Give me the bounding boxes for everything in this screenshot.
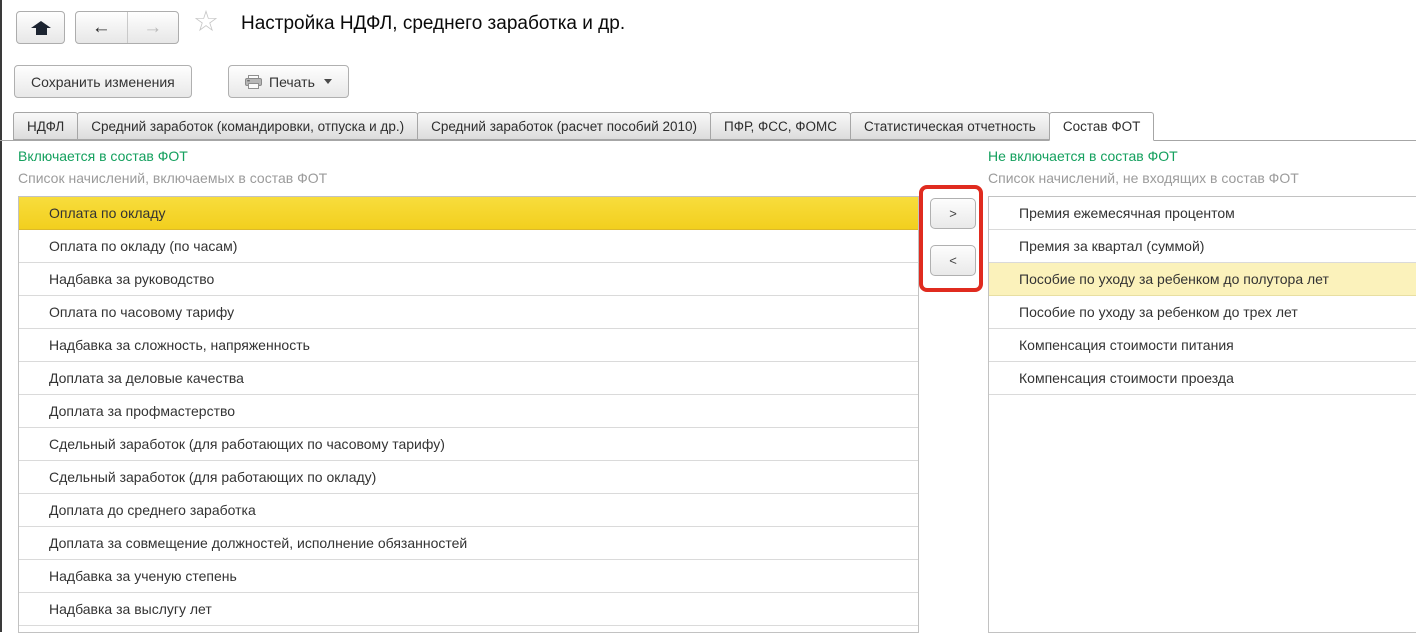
save-changes-button[interactable]: Сохранить изменения	[14, 65, 192, 98]
save-changes-label: Сохранить изменения	[31, 74, 175, 90]
list-item[interactable]: Оплата по окладу (по часам)	[19, 230, 918, 263]
list-item[interactable]: Премия за квартал (суммой)	[989, 230, 1416, 263]
list-item[interactable]: Компенсация стоимости проезда	[989, 362, 1416, 395]
tab-4[interactable]: ПФР, ФСС, ФОМС	[710, 112, 851, 140]
right-panel-subtitle: Список начислений, не входящих в состав …	[988, 170, 1299, 186]
list-item[interactable]: Компенсация стоимости питания	[989, 329, 1416, 362]
list-item[interactable]: Надбавка за выслугу лет	[19, 593, 918, 626]
list-item[interactable]: Пособие по уходу за ребенком до полутора…	[989, 263, 1416, 296]
move-left-button[interactable]: <	[930, 245, 976, 276]
list-item[interactable]: Доплата за профмастерство	[19, 395, 918, 428]
print-button[interactable]: Печать	[228, 65, 349, 98]
home-icon	[32, 21, 50, 35]
tab-1[interactable]: НДФЛ	[13, 112, 78, 140]
list-item[interactable]: Сдельный заработок (для работающих по ча…	[19, 428, 918, 461]
list-item[interactable]: Премия ежемесячная процентом	[989, 197, 1416, 230]
right-panel-title: Не включается в состав ФОТ	[988, 148, 1178, 164]
home-button[interactable]	[16, 11, 65, 44]
list-item[interactable]: Надбавка за руководство	[19, 263, 918, 296]
left-panel-subtitle: Список начислений, включаемых в состав Ф…	[18, 170, 327, 186]
move-right-button[interactable]: >	[930, 198, 976, 229]
list-item[interactable]: Оплата по часовому тарифу	[19, 296, 918, 329]
list-item[interactable]: Сдельный заработок (для работающих по ок…	[19, 461, 918, 494]
printer-icon	[245, 75, 262, 89]
list-item[interactable]: Доплата до среднего заработка	[19, 494, 918, 527]
list-item[interactable]: Надбавка за ученую степень	[19, 560, 918, 593]
page-title: Настройка НДФЛ, среднего заработка и др.	[241, 13, 625, 35]
back-button[interactable]: ←	[76, 12, 128, 43]
forward-button[interactable]: →	[128, 12, 179, 43]
window-edge	[0, 0, 2, 632]
print-label: Печать	[269, 74, 315, 90]
left-panel-title: Включается в состав ФОТ	[18, 148, 188, 164]
list-item[interactable]: Доплата за деловые качества	[19, 362, 918, 395]
back-arrow-icon: ←	[92, 17, 111, 39]
included-list: Оплата по окладуОплата по окладу (по час…	[18, 196, 919, 633]
list-item[interactable]: Доплата за совмещение должностей, исполн…	[19, 527, 918, 560]
excluded-list: Премия ежемесячная процентомПремия за кв…	[988, 196, 1416, 633]
tab-5[interactable]: Статистическая отчетность	[850, 112, 1050, 140]
tab-2[interactable]: Средний заработок (командировки, отпуска…	[77, 112, 418, 140]
history-nav-group: ← →	[75, 11, 179, 44]
list-item[interactable]: Пособие по уходу за ребенком до трех лет	[989, 296, 1416, 329]
list-item[interactable]: Оплата по окладу	[19, 197, 918, 230]
tab-strip: НДФЛСредний заработок (командировки, отп…	[0, 112, 1416, 141]
favorite-star-icon[interactable]: ☆	[193, 8, 219, 37]
tab-3[interactable]: Средний заработок (расчет пособий 2010)	[417, 112, 711, 140]
list-item[interactable]: Надбавка за сложность, напряженность	[19, 329, 918, 362]
tab-6[interactable]: Состав ФОТ	[1049, 112, 1154, 141]
forward-arrow-icon: →	[143, 17, 162, 39]
caret-down-icon	[324, 79, 332, 84]
